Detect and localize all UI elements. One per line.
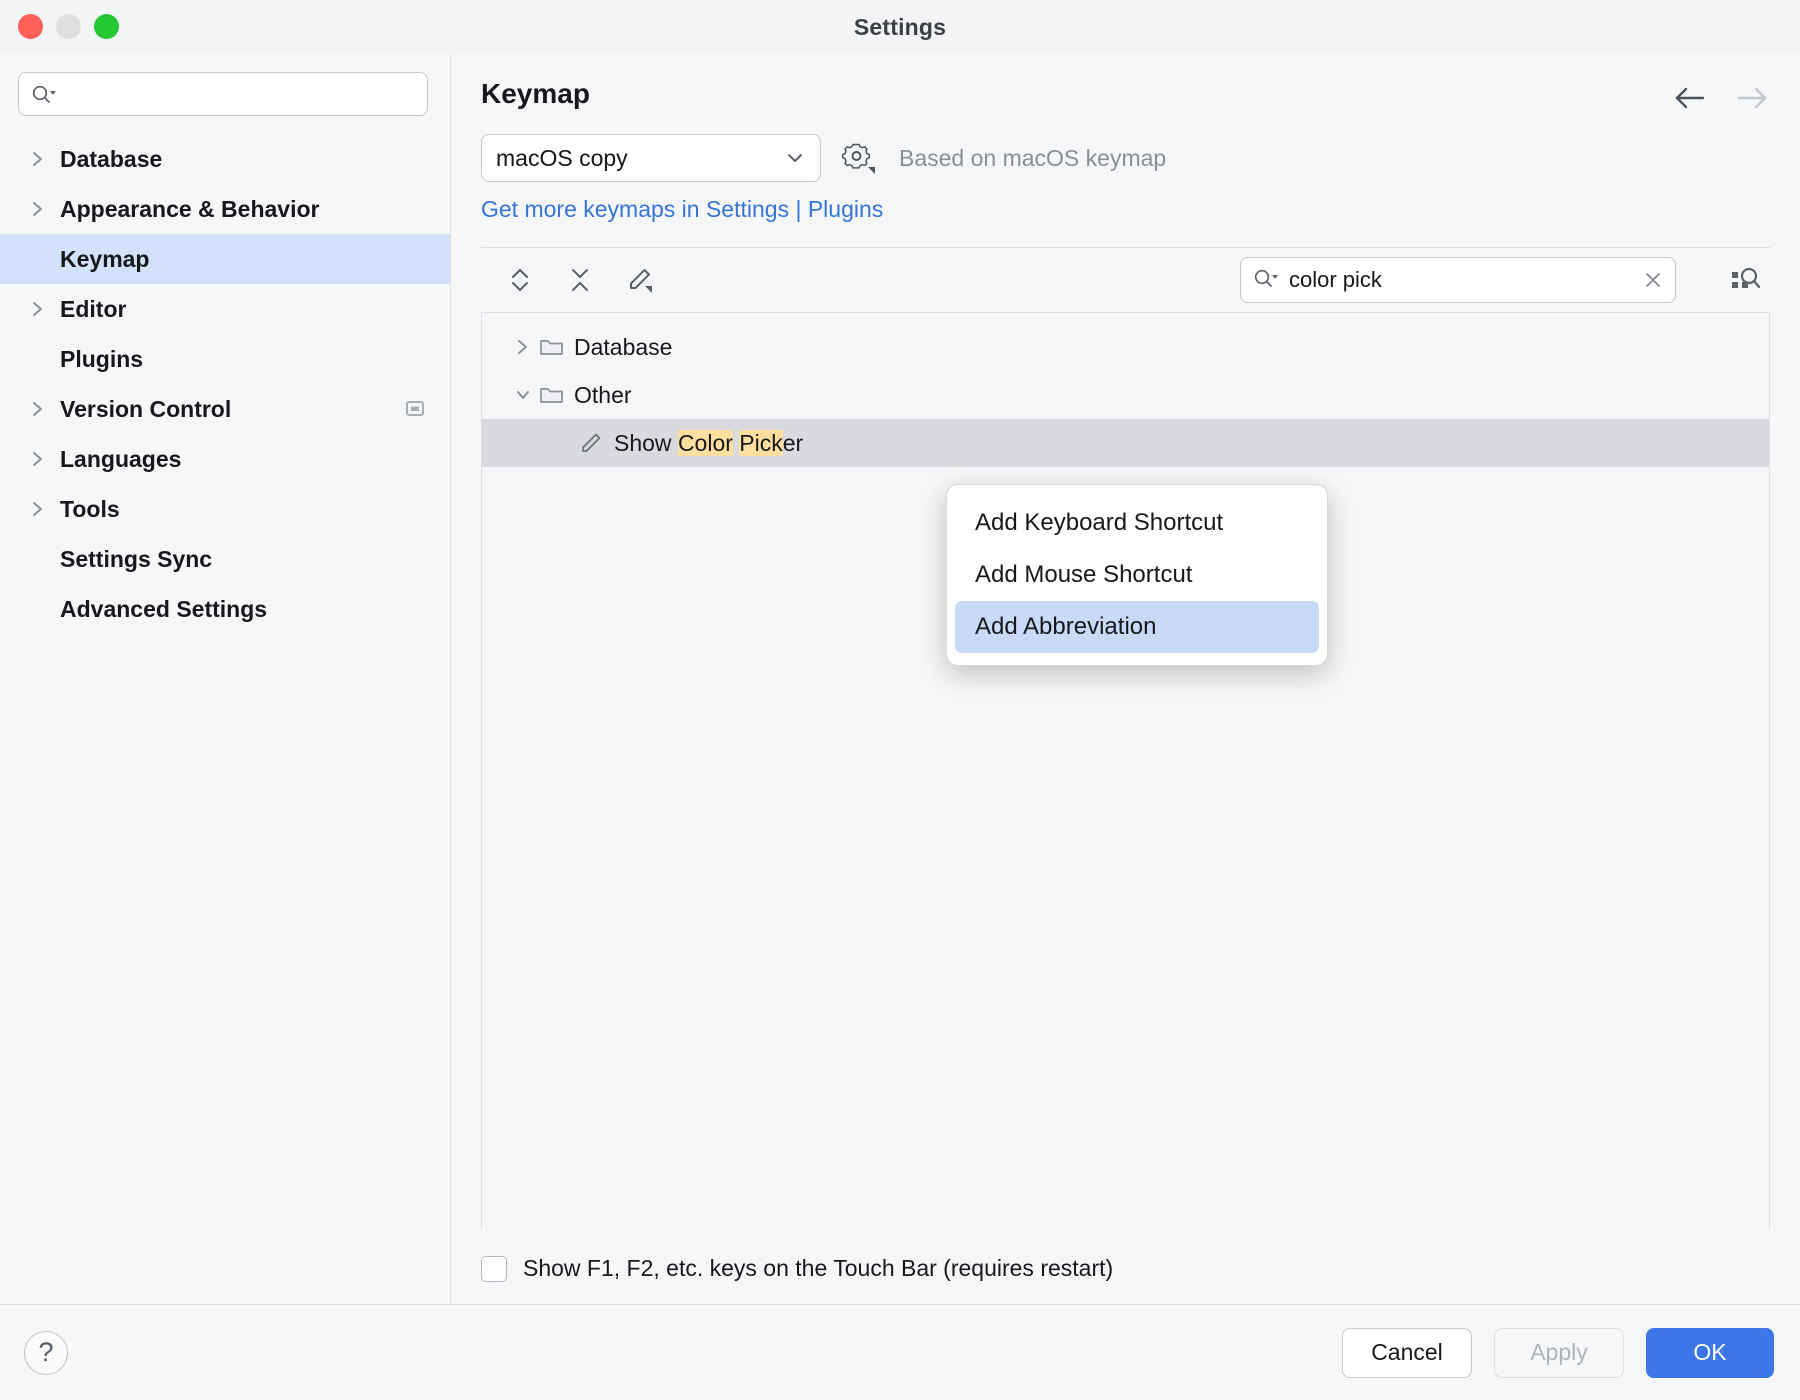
help-button[interactable]: ? xyxy=(24,1331,68,1375)
panel-header: Keymap xyxy=(451,54,1800,112)
sidebar-item-editor[interactable]: Editor xyxy=(0,284,450,334)
actions-toolbar xyxy=(481,248,1770,312)
find-by-shortcut-icon[interactable] xyxy=(1726,263,1764,297)
tree-row[interactable]: Other xyxy=(482,371,1769,419)
sidebar-item-label: Appearance & Behavior xyxy=(60,196,319,223)
sidebar-nav-list: Database Appearance & Behavior Keymap xyxy=(0,126,450,1304)
settings-dialog: Settings xyxy=(0,0,1800,1400)
tree-row-label: Show Color Picker xyxy=(614,430,803,457)
folder-icon xyxy=(538,335,574,359)
label-segment-highlight: Color xyxy=(678,430,733,456)
sidebar-item-label: Tools xyxy=(60,496,120,523)
actions-tree-panel: Database Other xyxy=(481,247,1770,1229)
tree-row-label: Other xyxy=(574,382,632,409)
window-title: Settings xyxy=(0,14,1800,41)
close-button-icon[interactable] xyxy=(18,14,43,39)
chevron-right-icon[interactable] xyxy=(24,399,52,419)
ok-button[interactable]: OK xyxy=(1646,1328,1774,1378)
keymap-selector-row: macOS copy Based on macO xyxy=(451,112,1800,182)
label-segment: Show xyxy=(614,430,678,456)
close-icon[interactable] xyxy=(1641,268,1665,292)
chevron-down-icon[interactable] xyxy=(508,385,538,405)
menu-item-add-mouse-shortcut[interactable]: Add Mouse Shortcut xyxy=(955,549,1319,601)
settings-sidebar: Database Appearance & Behavior Keymap xyxy=(0,54,451,1304)
sidebar-item-advanced-settings[interactable]: Advanced Settings xyxy=(0,584,450,634)
menu-item-add-abbreviation[interactable]: Add Abbreviation xyxy=(955,601,1319,653)
zoom-button-icon[interactable] xyxy=(94,14,119,39)
sidebar-item-label: Editor xyxy=(60,296,126,323)
project-scope-icon xyxy=(404,399,426,419)
traffic-light-buttons xyxy=(18,14,119,39)
sidebar-item-languages[interactable]: Languages xyxy=(0,434,450,484)
sidebar-item-database[interactable]: Database xyxy=(0,134,450,184)
sidebar-item-label: Languages xyxy=(60,446,181,473)
sidebar-search-input[interactable] xyxy=(65,82,415,106)
sidebar-item-label: Keymap xyxy=(60,246,149,273)
sidebar-item-plugins[interactable]: Plugins xyxy=(0,334,450,384)
collapse-all-icon[interactable] xyxy=(563,263,597,297)
dialog-footer: ? Cancel Apply OK xyxy=(0,1304,1800,1400)
expand-collapse-icon[interactable] xyxy=(503,263,537,297)
sidebar-item-settings-sync[interactable]: Settings Sync xyxy=(0,534,450,584)
tree-row[interactable]: Show Color Picker xyxy=(482,419,1769,467)
actions-find-input[interactable] xyxy=(1289,267,1631,293)
cancel-button[interactable]: Cancel xyxy=(1342,1328,1472,1378)
touchbar-checkbox-label: Show F1, F2, etc. keys on the Touch Bar … xyxy=(523,1255,1113,1282)
plugins-link-row: Get more keymaps in Settings | Plugins xyxy=(451,182,1800,223)
context-menu: Add Keyboard Shortcut Add Mouse Shortcut… xyxy=(946,484,1328,666)
tree-row[interactable]: Database xyxy=(482,323,1769,371)
sidebar-item-label: Database xyxy=(60,146,162,173)
keymap-select[interactable]: macOS copy xyxy=(481,134,821,182)
sidebar-item-tools[interactable]: Tools xyxy=(0,484,450,534)
folder-icon xyxy=(538,383,574,407)
sidebar-item-appearance-behavior[interactable]: Appearance & Behavior xyxy=(0,184,450,234)
search-icon xyxy=(31,84,57,104)
sidebar-search-box[interactable] xyxy=(18,72,428,116)
forward-arrow-icon[interactable] xyxy=(1732,84,1772,112)
back-arrow-icon[interactable] xyxy=(1670,84,1710,112)
label-segment-highlight: Pick xyxy=(739,430,782,456)
minimize-button-icon[interactable] xyxy=(56,14,81,39)
sidebar-item-version-control[interactable]: Version Control xyxy=(0,384,450,434)
sidebar-item-label: Advanced Settings xyxy=(60,596,267,623)
keymap-panel: Keymap xyxy=(451,54,1800,1304)
sidebar-item-label: Plugins xyxy=(60,346,143,373)
panel-bottom-spacer xyxy=(451,1282,1800,1304)
keymap-select-value: macOS copy xyxy=(496,145,628,172)
based-on-label: Based on macOS keymap xyxy=(899,145,1166,172)
chevron-right-icon[interactable] xyxy=(24,199,52,219)
pencil-action-icon xyxy=(578,430,614,456)
label-segment: er xyxy=(783,430,803,456)
sidebar-search-wrap xyxy=(0,54,450,126)
gear-icon[interactable] xyxy=(841,139,879,177)
title-bar: Settings xyxy=(0,0,1800,54)
touchbar-checkbox[interactable] xyxy=(481,1256,507,1282)
sidebar-item-label: Settings Sync xyxy=(60,546,212,573)
sidebar-item-keymap[interactable]: Keymap xyxy=(0,234,450,284)
chevron-right-icon[interactable] xyxy=(24,149,52,169)
dialog-body: Database Appearance & Behavior Keymap xyxy=(0,54,1800,1304)
chevron-right-icon[interactable] xyxy=(24,299,52,319)
chevron-right-icon[interactable] xyxy=(508,337,538,357)
page-title: Keymap xyxy=(481,78,590,110)
tree-row-label: Database xyxy=(574,334,672,361)
touchbar-checkbox-row[interactable]: Show F1, F2, etc. keys on the Touch Bar … xyxy=(451,1229,1800,1282)
actions-tree[interactable]: Database Other xyxy=(481,312,1770,1229)
menu-item-add-keyboard-shortcut[interactable]: Add Keyboard Shortcut xyxy=(955,497,1319,549)
get-more-keymaps-link[interactable]: Get more keymaps in Settings | Plugins xyxy=(481,196,883,222)
apply-button[interactable]: Apply xyxy=(1494,1328,1624,1378)
panel-nav-arrows xyxy=(1670,78,1772,112)
edit-shortcut-icon[interactable] xyxy=(623,263,657,297)
chevron-right-icon[interactable] xyxy=(24,499,52,519)
footer-buttons: Cancel Apply OK xyxy=(1342,1328,1774,1378)
search-icon xyxy=(1253,268,1279,293)
actions-find-box[interactable] xyxy=(1240,257,1676,303)
chevron-right-icon[interactable] xyxy=(24,449,52,469)
sidebar-item-label: Version Control xyxy=(60,396,231,423)
chevron-down-icon xyxy=(784,150,806,166)
